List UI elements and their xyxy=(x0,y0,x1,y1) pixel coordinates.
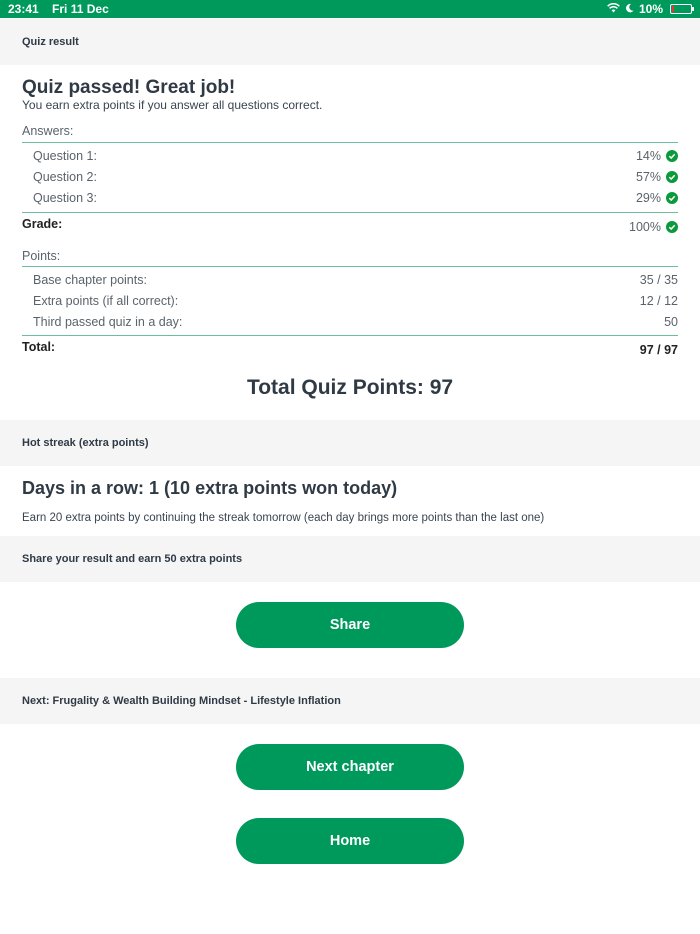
wifi-icon xyxy=(607,2,620,16)
share-title: Share your result and earn 50 extra poin… xyxy=(22,553,243,565)
status-bar: 23:41 Fri 11 Dec 10% xyxy=(0,0,700,18)
divider xyxy=(22,335,678,336)
next-chapter-button[interactable]: Next chapter xyxy=(236,744,464,790)
answer-value: 14% xyxy=(635,149,661,163)
divider xyxy=(22,142,678,143)
next-title: Next: Frugality & Wealth Building Mindse… xyxy=(22,695,341,707)
share-header: Share your result and earn 50 extra poin… xyxy=(0,536,700,582)
points-row-label: Base chapter points: xyxy=(33,273,147,287)
total-value: 97 / 97 xyxy=(639,343,678,357)
answers-label: Answers: xyxy=(22,124,74,138)
grade-label: Grade: xyxy=(22,217,63,231)
status-date: Fri 11 Dec xyxy=(52,2,109,16)
points-heading: Points: xyxy=(22,249,678,263)
grade-row: Grade: 100% xyxy=(22,217,678,237)
quiz-result-header: Quiz result xyxy=(0,19,700,65)
points-row-label: Extra points (if all correct): xyxy=(33,294,179,308)
answer-row: Question 3: 29% xyxy=(22,191,678,205)
home-button[interactable]: Home xyxy=(236,818,464,864)
status-time: 23:41 xyxy=(8,2,39,16)
answers-heading: Answers: xyxy=(22,124,678,138)
hot-streak-header: Hot streak (extra points) xyxy=(0,420,700,466)
hot-streak-headline: Days in a row: 1 (10 extra points won to… xyxy=(22,478,398,498)
points-row-label: Third passed quiz in a day: xyxy=(33,315,183,329)
battery-percent: 10% xyxy=(638,2,663,16)
answer-row: Question 1: 14% xyxy=(22,149,678,163)
check-icon xyxy=(666,171,678,183)
hot-streak-description: Earn 20 extra points by continuing the s… xyxy=(22,512,545,524)
moon-icon xyxy=(625,2,634,16)
points-row: Third passed quiz in a day: 50 xyxy=(22,315,678,329)
total-row: Total: 97 / 97 xyxy=(22,340,678,360)
answer-value: 57% xyxy=(635,170,661,184)
grade-value: 100% xyxy=(629,220,661,234)
points-row-value: 12 / 12 xyxy=(639,294,678,308)
battery-fill xyxy=(672,6,674,12)
points-row: Extra points (if all correct): 12 / 12 xyxy=(22,294,678,308)
answer-label: Question 2: xyxy=(33,170,97,184)
answer-label: Question 1: xyxy=(33,149,97,163)
answer-row: Question 2: 57% xyxy=(22,170,678,184)
divider xyxy=(22,212,678,213)
points-row-value: 35 / 35 xyxy=(639,273,678,287)
total-quiz-points: Total Quiz Points: 97 xyxy=(246,376,454,399)
next-header: Next: Frugality & Wealth Building Mindse… xyxy=(0,678,700,724)
quiz-result-subtitle: You earn extra points if you answer all … xyxy=(22,98,323,112)
points-row: Base chapter points: 35 / 35 xyxy=(22,273,678,287)
check-icon xyxy=(666,192,678,204)
quiz-result-headline: Quiz passed! Great job! xyxy=(22,77,236,98)
total-label: Total: xyxy=(22,340,56,354)
points-label: Points: xyxy=(22,249,61,263)
share-button[interactable]: Share xyxy=(236,602,464,648)
check-icon xyxy=(666,221,678,233)
divider xyxy=(22,266,678,267)
hot-streak-title: Hot streak (extra points) xyxy=(22,437,149,449)
answer-value: 29% xyxy=(635,191,661,205)
quiz-result-title: Quiz result xyxy=(22,36,79,48)
battery-icon xyxy=(670,4,694,14)
check-icon xyxy=(666,150,678,162)
points-row-value: 50 xyxy=(664,315,678,329)
answer-label: Question 3: xyxy=(33,191,97,205)
